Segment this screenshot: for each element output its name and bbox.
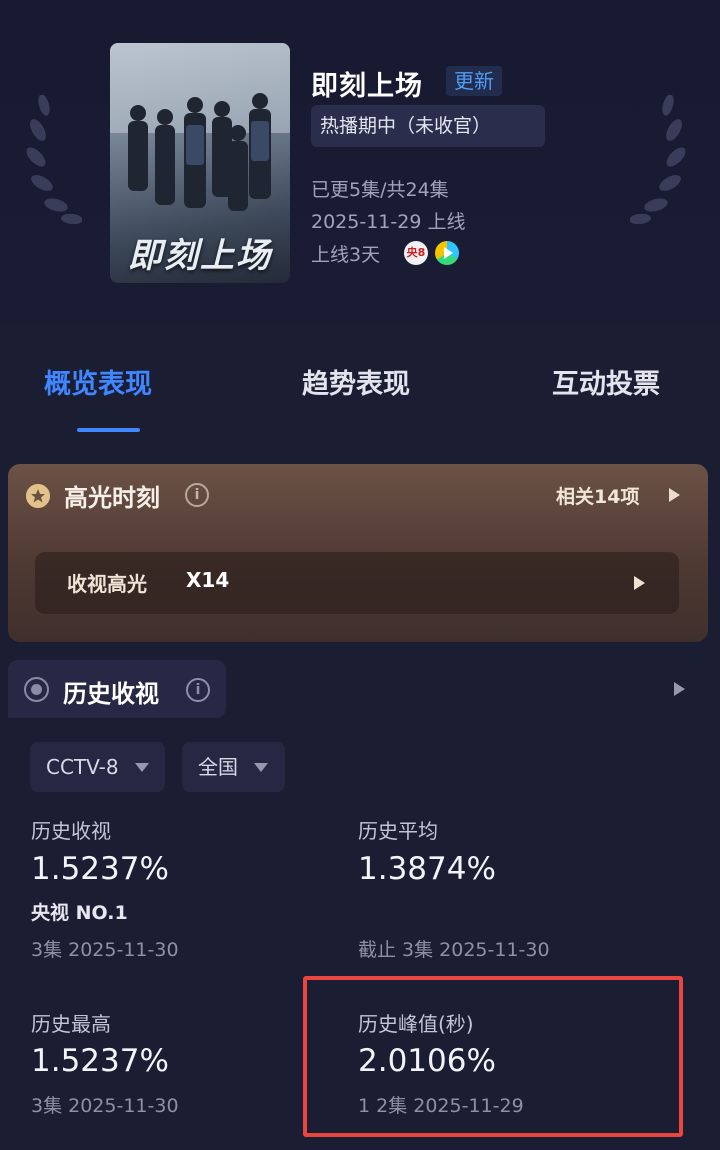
stat-subtext: 截止 3集 2025-11-30 — [358, 939, 550, 961]
stat-value: 1.5237% — [31, 851, 169, 887]
update-badge: 更新 — [446, 66, 502, 96]
play-arrow-icon[interactable] — [634, 576, 645, 590]
info-icon[interactable]: i — [186, 678, 210, 702]
show-poster[interactable]: 即刻上场 — [110, 43, 290, 283]
poster-title: 即刻上场 — [128, 236, 272, 276]
chevron-right-icon[interactable] — [674, 682, 685, 696]
laurel-right-icon — [630, 95, 686, 225]
highlight-box — [303, 976, 683, 1137]
laurel-left-icon — [26, 95, 82, 225]
highlights-title: 高光时刻 — [64, 484, 160, 512]
history-title: 历史收视 — [63, 680, 159, 708]
channel-dropdown[interactable]: CCTV-8 — [30, 742, 165, 792]
tab-trend[interactable]: 趋势表现 — [302, 362, 410, 401]
rank-label: 央视 NO.1 — [31, 902, 128, 924]
region-value: 全国 — [198, 755, 238, 779]
stat-label: 历史最高 — [31, 1012, 111, 1036]
highlight-row-count: X14 — [186, 568, 230, 592]
stat-value: 1.5237% — [31, 1043, 169, 1079]
region-dropdown[interactable]: 全国 — [182, 742, 285, 792]
days-online: 上线3天 — [311, 244, 381, 266]
highlights-related-link[interactable]: 相关14项 — [556, 482, 639, 509]
airing-status: 热播期中（未收官） — [311, 105, 545, 147]
ratings-icon — [24, 677, 49, 702]
stat-subtext: 3集 2025-11-30 — [31, 1095, 179, 1117]
stat-label: 历史收视 — [31, 819, 111, 843]
tab-bar: 概览表现 趋势表现 互动投票 — [0, 322, 720, 440]
cctv8-icon[interactable]: 央8 — [404, 241, 428, 265]
show-title: 即刻上场 — [311, 71, 423, 102]
stat-subtext: 3集 2025-11-30 — [31, 939, 179, 961]
show-header — [0, 0, 720, 322]
premiere-date: 2025-11-29 上线 — [311, 211, 466, 233]
info-icon[interactable]: i — [185, 483, 209, 507]
chevron-right-icon[interactable] — [669, 488, 680, 502]
tab-vote[interactable]: 互动投票 — [552, 362, 660, 401]
highlight-row-label: 收视高光 — [67, 572, 147, 596]
channel-value: CCTV-8 — [46, 755, 119, 779]
stat-value: 1.3874% — [358, 851, 496, 887]
caret-down-icon — [254, 763, 268, 772]
active-tab-indicator — [77, 428, 140, 432]
star-badge-icon — [26, 484, 50, 508]
tab-overview[interactable]: 概览表现 — [44, 362, 152, 401]
episode-count: 已更5集/共24集 — [311, 179, 449, 201]
caret-down-icon — [135, 763, 149, 772]
stat-label: 历史平均 — [358, 819, 438, 843]
video-play-icon[interactable] — [435, 241, 459, 265]
